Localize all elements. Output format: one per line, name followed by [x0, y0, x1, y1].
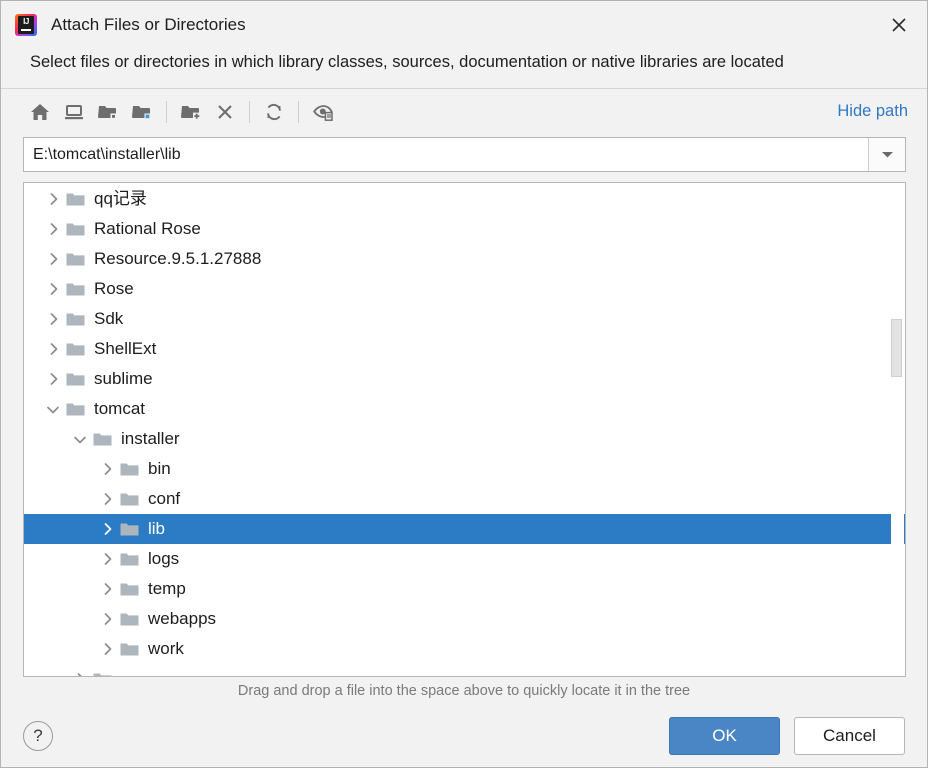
- tree-row-label: ShellExt: [94, 339, 157, 358]
- tree-row[interactable]: Resource.9.5.1.27888: [24, 244, 905, 274]
- tree-row[interactable]: bin: [24, 454, 905, 484]
- tree-row[interactable]: Sdk: [24, 304, 905, 334]
- toolbar: Hide path: [1, 88, 927, 134]
- folder-icon: [118, 514, 140, 544]
- tree-row[interactable]: temp: [24, 574, 905, 604]
- tree-row[interactable]: installer: [24, 424, 905, 454]
- drag-drop-hint: Drag and drop a file into the space abov…: [1, 677, 927, 705]
- tree-row[interactable]: webapps: [24, 604, 905, 634]
- toolbar-separator: [298, 100, 299, 123]
- folder-icon: [64, 184, 86, 214]
- ok-button[interactable]: OK: [669, 717, 780, 755]
- intellij-idea-logo-icon: IJ: [15, 14, 37, 36]
- folder-icon: [118, 604, 140, 634]
- folder-icon: [118, 574, 140, 604]
- folder-icon: [118, 454, 140, 484]
- refresh-icon[interactable]: [257, 95, 291, 129]
- chevron-right-icon[interactable]: [96, 574, 118, 604]
- path-field-row: [23, 137, 906, 172]
- folder-icon: [91, 664, 113, 676]
- tree-row[interactable]: Rose: [24, 274, 905, 304]
- tree-row[interactable]: [24, 664, 905, 676]
- tree-row-label: lib: [148, 519, 166, 538]
- tree-row-label: bin: [148, 459, 171, 478]
- chevron-right-icon[interactable]: [42, 364, 64, 394]
- folder-icon: [64, 244, 86, 274]
- chevron-down-icon[interactable]: [42, 394, 64, 424]
- tree-row-label: temp: [148, 579, 186, 598]
- tree-row-label: Rose: [94, 279, 134, 298]
- tree-row-label: work: [148, 639, 184, 658]
- tree-row-label: logs: [148, 549, 180, 568]
- dialog-footer: ? OK Cancel: [1, 705, 927, 767]
- tree-row-label: tomcat: [94, 399, 146, 418]
- attach-files-dialog: IJ Attach Files or Directories Select fi…: [0, 0, 928, 768]
- tree-row-label: installer: [121, 429, 180, 448]
- directory-tree[interactable]: qq记录 Rational Rose Resource.9.5.1.27888 Ros…: [23, 182, 906, 677]
- tree-row[interactable]: Rational Rose: [24, 214, 905, 244]
- tree-row-label: conf: [148, 489, 181, 508]
- window-title: Attach Files or Directories: [51, 15, 246, 34]
- folder-icon: [64, 364, 86, 394]
- tree-row[interactable]: sublime: [24, 364, 905, 394]
- tree-row[interactable]: lib: [24, 514, 905, 544]
- chevron-right-icon[interactable]: [96, 634, 118, 664]
- tree-row-label: sublime: [94, 369, 153, 388]
- chevron-right-icon[interactable]: [42, 244, 64, 274]
- show-hidden-files-icon[interactable]: [306, 95, 340, 129]
- cancel-button[interactable]: Cancel: [794, 717, 905, 755]
- tree-row[interactable]: ShellExt: [24, 334, 905, 364]
- folder-icon: [118, 634, 140, 664]
- folder-icon: [64, 304, 86, 334]
- tree-row-label: Resource.9.5.1.27888: [94, 249, 262, 268]
- chevron-right-icon[interactable]: [42, 184, 64, 214]
- chevron-right-icon[interactable]: [96, 454, 118, 484]
- toolbar-separator: [249, 100, 250, 123]
- dialog-subtitle: Select files or directories in which lib…: [30, 53, 784, 71]
- tree-row-label: qq记录: [94, 189, 147, 208]
- close-icon[interactable]: [871, 1, 927, 49]
- hide-path-link[interactable]: Hide path: [837, 102, 911, 121]
- chevron-right-icon[interactable]: [96, 544, 118, 574]
- chevron-right-icon[interactable]: [96, 514, 118, 544]
- new-folder-icon[interactable]: [174, 95, 208, 129]
- title-bar: IJ Attach Files or Directories: [1, 1, 927, 49]
- footer-button-group: OK Cancel: [669, 717, 905, 755]
- folder-icon: [64, 214, 86, 244]
- tree-row[interactable]: conf: [24, 484, 905, 514]
- folder-icon: [118, 544, 140, 574]
- tree-scrollbar-track[interactable]: [891, 184, 904, 675]
- folder-icon: [64, 394, 86, 424]
- chevron-right-icon[interactable]: [42, 334, 64, 364]
- desktop-icon[interactable]: [57, 95, 91, 129]
- module-folder-icon[interactable]: [125, 95, 159, 129]
- chevron-right-icon[interactable]: [69, 664, 91, 676]
- chevron-right-icon[interactable]: [42, 304, 64, 334]
- delete-icon[interactable]: [208, 95, 242, 129]
- tree-scrollbar-thumb[interactable]: [891, 319, 902, 377]
- tree-row[interactable]: logs: [24, 544, 905, 574]
- help-button[interactable]: ?: [23, 721, 53, 751]
- chevron-right-icon[interactable]: [42, 214, 64, 244]
- tree-row[interactable]: work: [24, 634, 905, 664]
- tree-row[interactable]: qq记录: [24, 184, 905, 214]
- folder-icon: [118, 484, 140, 514]
- chevron-right-icon[interactable]: [42, 274, 64, 304]
- chevron-down-icon[interactable]: [69, 424, 91, 454]
- chevron-right-icon[interactable]: [96, 484, 118, 514]
- project-folder-icon[interactable]: [91, 95, 125, 129]
- chevron-down-icon[interactable]: [868, 138, 905, 171]
- toolbar-separator: [166, 100, 167, 123]
- tree-row-label: Sdk: [94, 309, 124, 328]
- folder-icon: [64, 274, 86, 304]
- path-input[interactable]: [24, 138, 868, 171]
- tree-row[interactable]: tomcat: [24, 394, 905, 424]
- folder-icon: [64, 334, 86, 364]
- tree-row-label: webapps: [148, 609, 217, 628]
- home-icon[interactable]: [23, 95, 57, 129]
- chevron-right-icon[interactable]: [96, 604, 118, 634]
- folder-icon: [91, 424, 113, 454]
- tree-row-label: Rational Rose: [94, 219, 201, 238]
